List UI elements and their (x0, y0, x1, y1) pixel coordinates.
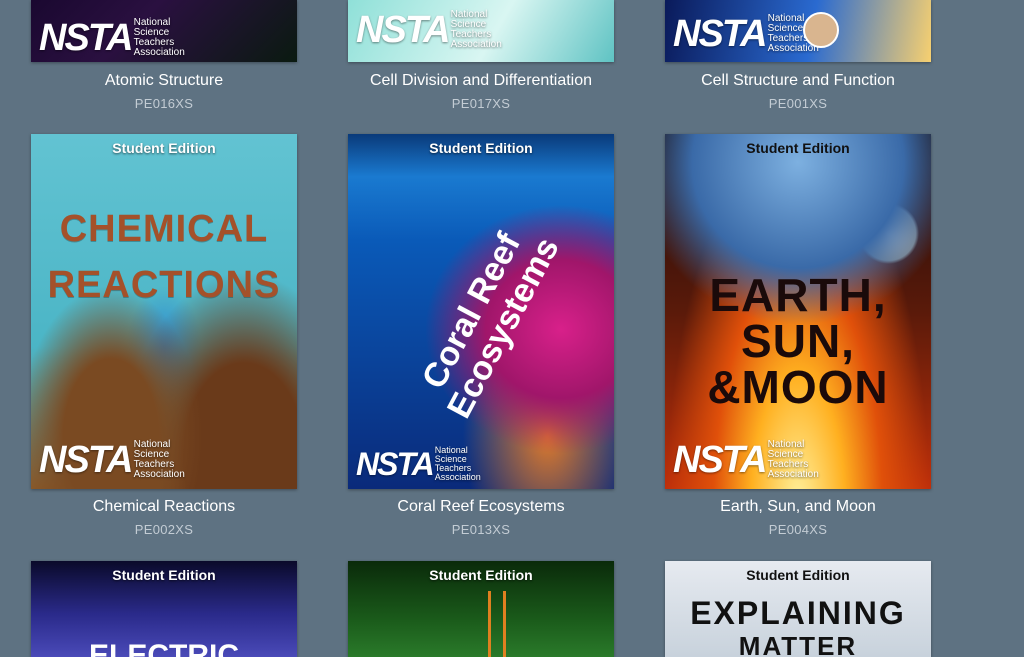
book-code: PE004XS (768, 522, 828, 537)
book-cover[interactable]: Student Edition ELECTRIC (31, 561, 297, 657)
book-code: PE017XS (451, 96, 511, 111)
edition-label: Student Edition (429, 140, 533, 156)
book-code: PE016XS (134, 96, 194, 111)
avatar (803, 12, 839, 48)
circuit-traces (488, 591, 506, 657)
book-cover[interactable]: NSTA National Science Teachers Association (31, 0, 297, 62)
edition-label: Student Edition (429, 567, 533, 583)
book-cover[interactable]: Student Edition (348, 561, 614, 657)
cover-title: EXPLAINING MATTER (690, 595, 906, 657)
book-code: PE001XS (768, 96, 828, 111)
nsta-logo: NSTA National Science Teachers Association (356, 9, 502, 51)
nsta-logo: NSTA National Science Teachers Association (356, 445, 481, 482)
book-title[interactable]: Coral Reef Ecosystems (328, 498, 634, 516)
book-cover[interactable]: NSTA National Science Teachers Association (665, 0, 931, 62)
edition-label: Student Edition (112, 140, 216, 156)
nsta-logo: NSTA National Science Teachers Association (673, 439, 819, 481)
nsta-logo: NSTA National Science Teachers Association (39, 439, 185, 481)
book-cover[interactable]: NSTA National Science Teachers Association (348, 0, 614, 62)
book-title[interactable]: Chemical Reactions (11, 498, 317, 516)
book-title[interactable]: Cell Structure and Function (645, 72, 951, 90)
cover-title: EARTH, SUN, &MOON (707, 269, 889, 413)
cover-title: ELECTRIC (89, 639, 239, 657)
book-cover[interactable]: Student Edition Coral Reef Ecosystems NS… (348, 134, 614, 489)
edition-label: Student Edition (746, 567, 850, 583)
cover-title: CHEMICAL REACTIONS (47, 208, 281, 306)
book-cover[interactable]: Student Edition EARTH, SUN, &MOON NSTA N… (665, 134, 931, 489)
nsta-logo: NSTA National Science Teachers Association (673, 13, 819, 55)
edition-label: Student Edition (746, 140, 850, 156)
book-title[interactable]: Earth, Sun, and Moon (645, 498, 951, 516)
book-cover[interactable]: Student Edition CHEMICAL REACTIONS NSTA … (31, 134, 297, 489)
book-title[interactable]: Cell Division and Differentiation (328, 72, 634, 90)
book-title[interactable]: Atomic Structure (11, 72, 317, 90)
book-code: PE013XS (451, 522, 511, 537)
nsta-logo: NSTA National Science Teachers Association (39, 17, 185, 59)
cover-title: Coral Reef Ecosystems (414, 226, 567, 425)
edition-label: Student Edition (112, 567, 216, 583)
book-code: PE002XS (134, 522, 194, 537)
book-cover[interactable]: Student Edition EXPLAINING MATTER (665, 561, 931, 657)
